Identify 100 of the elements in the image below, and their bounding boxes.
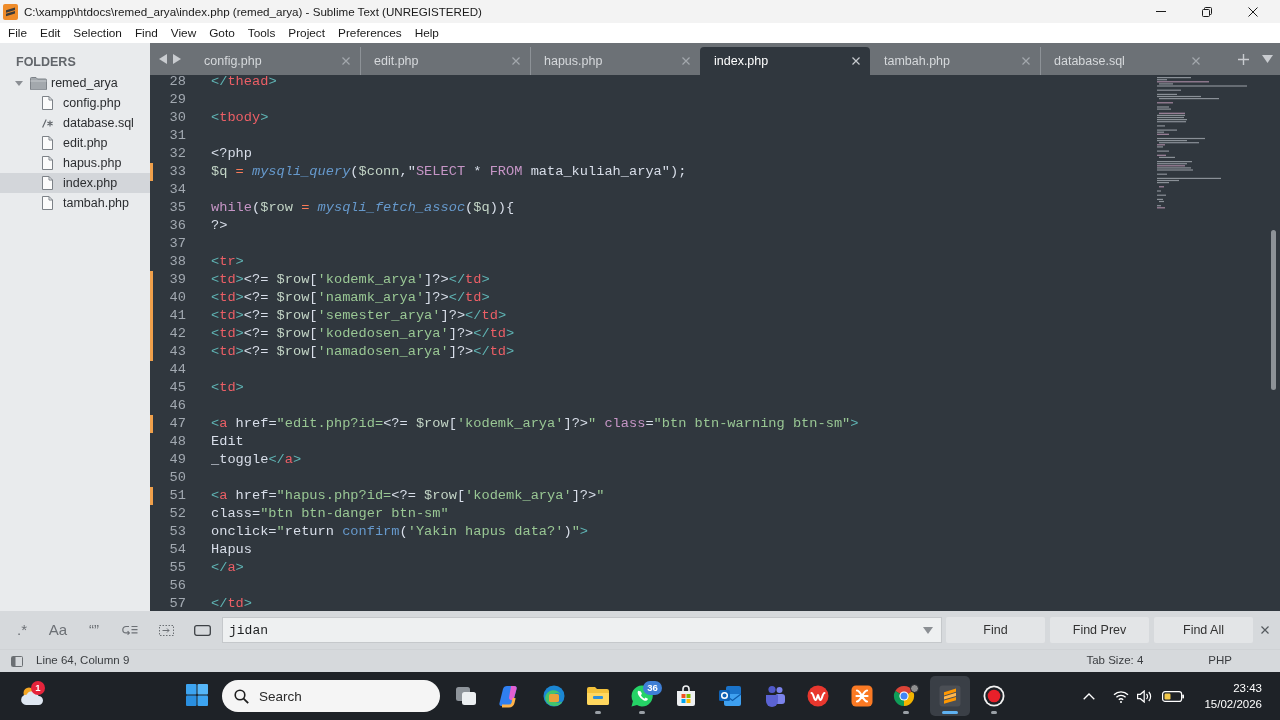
line-number: 40 — [168, 289, 186, 307]
code-line: class="btn btn-danger btn-sm" — [211, 505, 449, 523]
find-panel-button[interactable]: Find All — [1154, 617, 1253, 643]
close-icon[interactable] — [1248, 6, 1258, 17]
line-number: 34 — [168, 181, 186, 199]
menu-item[interactable]: View — [170, 24, 197, 42]
dropdown-caret-icon[interactable] — [923, 627, 933, 634]
find-panel-button[interactable]: Find Prev — [1050, 617, 1149, 643]
menu-item[interactable]: Help — [414, 24, 439, 42]
battery-icon[interactable] — [1162, 690, 1184, 702]
search-field[interactable]: Search — [222, 680, 440, 712]
folder-icon — [30, 76, 47, 90]
line-number: 49 — [168, 451, 186, 469]
line-number: 51 — [168, 487, 186, 505]
menu-item[interactable]: Preferences — [338, 24, 402, 42]
find-panel-button[interactable]: Find — [946, 617, 1045, 643]
file-tab[interactable]: config.php — [190, 47, 360, 75]
left-arrow-icon[interactable] — [159, 54, 167, 64]
notification-badge: 1 — [31, 681, 45, 695]
segmented-circle-icon[interactable] — [893, 684, 919, 708]
option-toggle[interactable]: .* — [17, 621, 27, 639]
tree-entry[interactable]: tambah.php — [0, 193, 150, 213]
line-number: 46 — [168, 397, 186, 415]
code-line: </a> — [211, 559, 244, 577]
code-line: <td><?= $row['semester_arya']?></td> — [211, 307, 507, 325]
line-number: 32 — [168, 145, 186, 163]
panel-toggle-icon[interactable] — [11, 655, 23, 667]
code-line: <td> — [211, 379, 244, 397]
tree-entry[interactable]: edit.php — [0, 133, 150, 153]
folder-icon[interactable] — [586, 684, 610, 708]
line-number: 29 — [168, 91, 186, 109]
tree-folder[interactable]: remed_arya — [0, 73, 150, 93]
menu-item[interactable]: Selection — [73, 24, 122, 42]
menu-item[interactable]: Edit — [40, 24, 61, 42]
speaker-icon[interactable] — [1137, 689, 1152, 703]
cursor-position: Line 64, Column 9 — [36, 653, 130, 669]
line-number: 57 — [168, 595, 186, 611]
wifi-icon[interactable] — [1113, 689, 1129, 703]
line-number: 53 — [168, 523, 186, 541]
code-line: $q = mysqli_query($conn,"SELECT * FROM mata_kuliah_arya"); — [211, 163, 687, 181]
line-number: 42 — [168, 325, 186, 343]
slash-star-icon — [42, 118, 53, 128]
line-number: 36 — [168, 217, 186, 235]
line-number: 52 — [168, 505, 186, 523]
dotted-frame-icon[interactable] — [158, 624, 174, 636]
code-line: onclick="return confirm('Yakin hapus data?')"> — [211, 523, 589, 541]
chevron-up-icon[interactable] — [1083, 692, 1095, 700]
scrollbar-thumb[interactable] — [1271, 230, 1276, 390]
tab-size-setting[interactable]: Tab Size: 4 — [1086, 652, 1144, 670]
tree-entry[interactable]: index.php — [0, 173, 150, 193]
file-tab[interactable]: tambah.php — [870, 47, 1040, 75]
line-number: 35 — [168, 199, 186, 217]
syntax-setting[interactable]: PHP — [1208, 652, 1232, 670]
zigzag-circle-icon[interactable] — [806, 684, 830, 708]
shopping-bag-icon[interactable] — [674, 684, 698, 708]
wrap-icon[interactable] — [122, 624, 138, 636]
code-line: </thead> — [211, 75, 277, 91]
code-line: <td><?= $row['namamk_arya']?></td> — [211, 289, 490, 307]
menu-item[interactable]: Project — [288, 24, 326, 42]
tree-entry[interactable]: database.sql — [0, 113, 150, 133]
four-squares-icon[interactable] — [186, 684, 208, 706]
option-toggle[interactable]: “” — [89, 621, 99, 639]
caret-icon[interactable] — [15, 80, 23, 86]
stripes-tile-icon[interactable] — [930, 676, 970, 716]
right-arrow-icon[interactable] — [173, 54, 181, 64]
line-number: 43 — [168, 343, 186, 361]
menu-item[interactable]: Find — [134, 24, 158, 42]
code-line: <td><?= $row['namadosen_arya']?></td> — [211, 343, 515, 361]
knot-tile-icon[interactable] — [850, 684, 874, 708]
record-icon[interactable] — [982, 684, 1006, 708]
document-icon — [42, 96, 53, 110]
tree-entry[interactable]: config.php — [0, 93, 150, 113]
document-icon — [42, 156, 53, 170]
plus-icon[interactable] — [1238, 53, 1249, 65]
find-field[interactable]: jidan — [222, 617, 942, 643]
overlapping-squares-icon[interactable] — [454, 684, 478, 708]
code-line: <tbody> — [211, 109, 269, 127]
restore-icon[interactable] — [1202, 6, 1212, 17]
code-line: Hapus — [211, 541, 252, 559]
menu-item[interactable]: File — [8, 24, 27, 42]
rounded-frame-icon[interactable] — [193, 624, 211, 636]
envelope-icon[interactable] — [718, 684, 742, 708]
dropdown-caret-icon[interactable] — [1262, 55, 1273, 63]
line-number: 50 — [168, 469, 186, 487]
menu-item[interactable]: Goto — [209, 24, 235, 42]
code-line: <?php — [211, 145, 252, 163]
search-icon[interactable] — [234, 689, 249, 704]
notification-badge: 36 — [643, 681, 662, 695]
code-line: </td> — [211, 595, 252, 611]
line-number: 39 — [168, 271, 186, 289]
file-tab[interactable]: index.php — [700, 47, 870, 75]
code-line: ?> — [211, 217, 228, 235]
option-toggle[interactable]: Aa — [48, 621, 68, 639]
wave-circle-icon[interactable] — [542, 684, 566, 708]
folders-heading: FOLDERS — [15, 54, 76, 71]
document-icon — [42, 196, 53, 210]
menu-item[interactable]: Tools — [247, 24, 276, 42]
line-number: 54 — [168, 541, 186, 559]
tree-entry[interactable]: hapus.php — [0, 153, 150, 173]
code-line: <td><?= $row['kodemk_arya']?></td> — [211, 271, 490, 289]
